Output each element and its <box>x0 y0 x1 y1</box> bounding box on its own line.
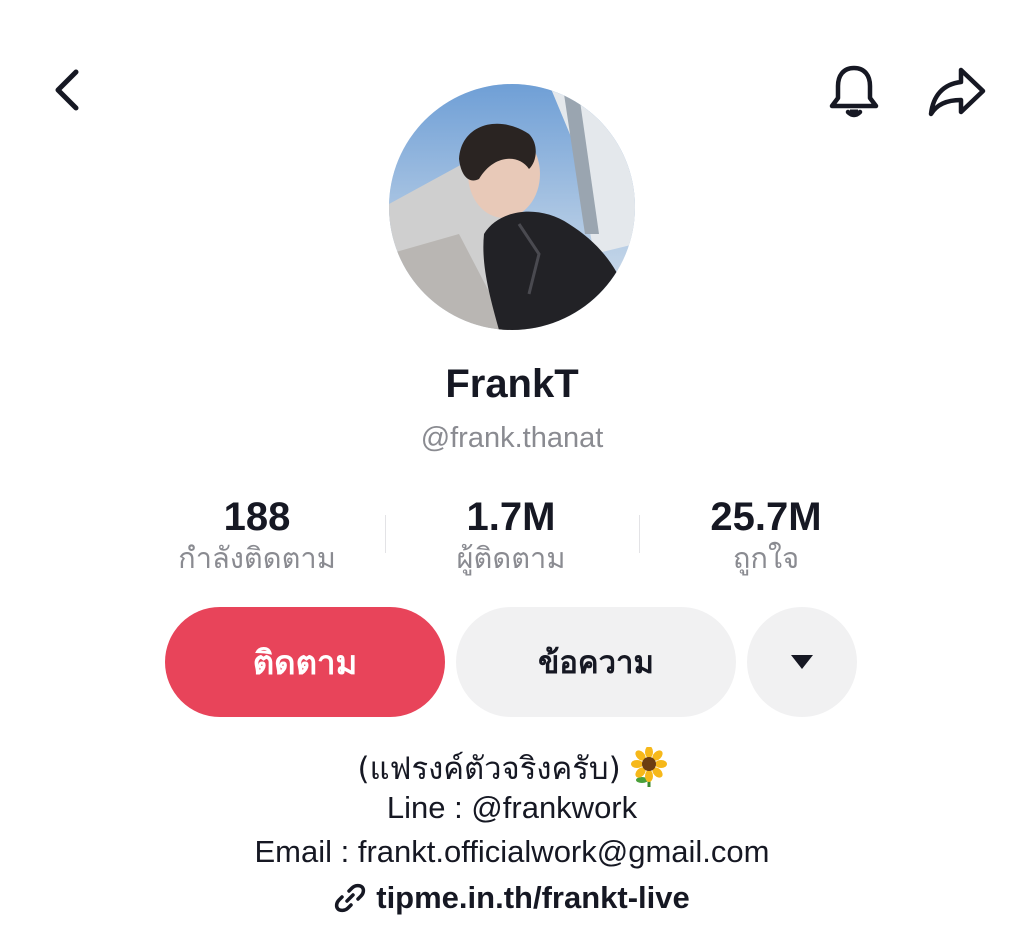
bio-line-intro: (แฟรงค์ตัวจริงครับ) <box>0 743 1024 793</box>
bio-intro-text: (แฟรงค์ตัวจริงครับ) <box>357 751 621 787</box>
followers-label: ผู้ติดตาม <box>456 541 566 575</box>
bell-icon <box>829 65 879 118</box>
following-count: 188 <box>223 495 291 539</box>
share-button[interactable] <box>922 60 992 124</box>
bio-link[interactable]: tipme.in.th/frankt-live <box>0 880 1024 916</box>
avatar[interactable] <box>389 84 635 330</box>
sunflower-icon <box>630 746 667 787</box>
followers-count: 1.7M <box>466 495 556 539</box>
message-button[interactable]: ข้อความ <box>456 607 736 717</box>
more-options-button[interactable] <box>747 607 857 717</box>
notifications-button[interactable] <box>822 60 886 124</box>
caret-down-icon <box>791 655 813 669</box>
username-handle: @frank.thanat <box>420 422 604 454</box>
link-icon <box>335 883 366 913</box>
likes-count: 25.7M <box>710 495 822 539</box>
bio-link-text: tipme.in.th/frankt-live <box>376 880 690 915</box>
chevron-left-icon <box>55 69 79 111</box>
share-arrow-icon <box>928 67 986 117</box>
stat-following[interactable]: 188 กำลังติดตาม <box>137 494 377 576</box>
likes-label: ถูกใจ <box>732 541 800 575</box>
bio-line-contact: Line : @frankwork <box>386 790 638 825</box>
stat-followers[interactable]: 1.7M ผู้ติดตาม <box>391 494 631 576</box>
display-name: FrankT <box>445 362 579 406</box>
back-button[interactable] <box>40 62 96 118</box>
message-button-label: ข้อความ <box>538 645 654 681</box>
stat-divider <box>639 515 640 553</box>
stat-likes[interactable]: 25.7M ถูกใจ <box>646 494 886 576</box>
following-label: กำลังติดตาม <box>178 541 336 575</box>
stat-divider <box>385 515 386 553</box>
follow-button[interactable]: ติดตาม <box>165 607 445 717</box>
follow-button-label: ติดตาม <box>252 642 358 682</box>
bio-line-email: Email : frankt.officialwork@gmail.com <box>254 834 770 869</box>
